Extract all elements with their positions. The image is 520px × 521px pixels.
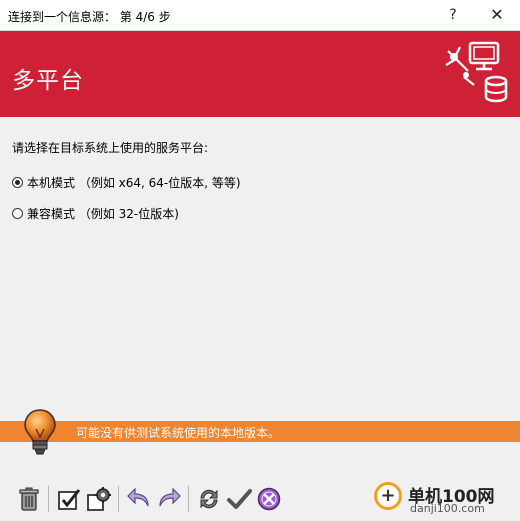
page-title: 多平台 [12,68,84,94]
window-title: 连接到一个信息源： 第 4/6 步 [8,10,171,24]
close-button[interactable]: ✕ [484,3,510,27]
check-box-icon[interactable] [56,486,82,512]
undo-icon[interactable] [126,486,152,512]
redo-icon[interactable] [156,486,182,512]
plus-logo-icon: + [374,482,402,510]
hint-text: 可能没有供测试系统使用的本地版本。 [76,426,281,440]
compat-mode-radio[interactable] [12,208,23,219]
native-mode-option[interactable]: 本机模式 （例如 x64, 64-位版本, 等等) [12,174,241,191]
hint-bar: 可能没有供测试系统使用的本地版本。 [0,421,520,442]
site-watermark: + 单机100网 danji100.com [370,476,520,521]
network-database-icon [445,41,508,103]
help-button[interactable]: ? [440,3,466,27]
cancel-icon[interactable] [256,486,282,512]
toolbar-separator [118,486,119,512]
platform-prompt: 请选择在目标系统上使用的服务平台: [12,141,209,155]
trash-icon[interactable] [16,486,42,512]
checkmark-icon[interactable] [226,486,252,512]
title-bar: 连接到一个信息源： 第 4/6 步 ? ✕ [0,0,520,31]
compat-mode-option[interactable]: 兼容模式 （例如 32-位版本) [12,205,179,222]
header-banner: 多平台 [0,31,520,117]
native-mode-radio[interactable] [12,177,23,188]
toolbar-separator [48,486,49,512]
refresh-icon[interactable] [196,486,222,512]
lightbulb-icon [24,409,56,455]
settings-copy-icon[interactable] [86,486,112,512]
watermark-url: danji100.com [410,502,485,515]
toolbar-separator [188,486,189,512]
content-area: 请选择在目标系统上使用的服务平台: 本机模式 （例如 x64, 64-位版本, … [0,117,520,420]
native-mode-label: 本机模式 （例如 x64, 64-位版本, 等等) [27,176,241,190]
compat-mode-label: 兼容模式 （例如 32-位版本) [27,207,179,221]
